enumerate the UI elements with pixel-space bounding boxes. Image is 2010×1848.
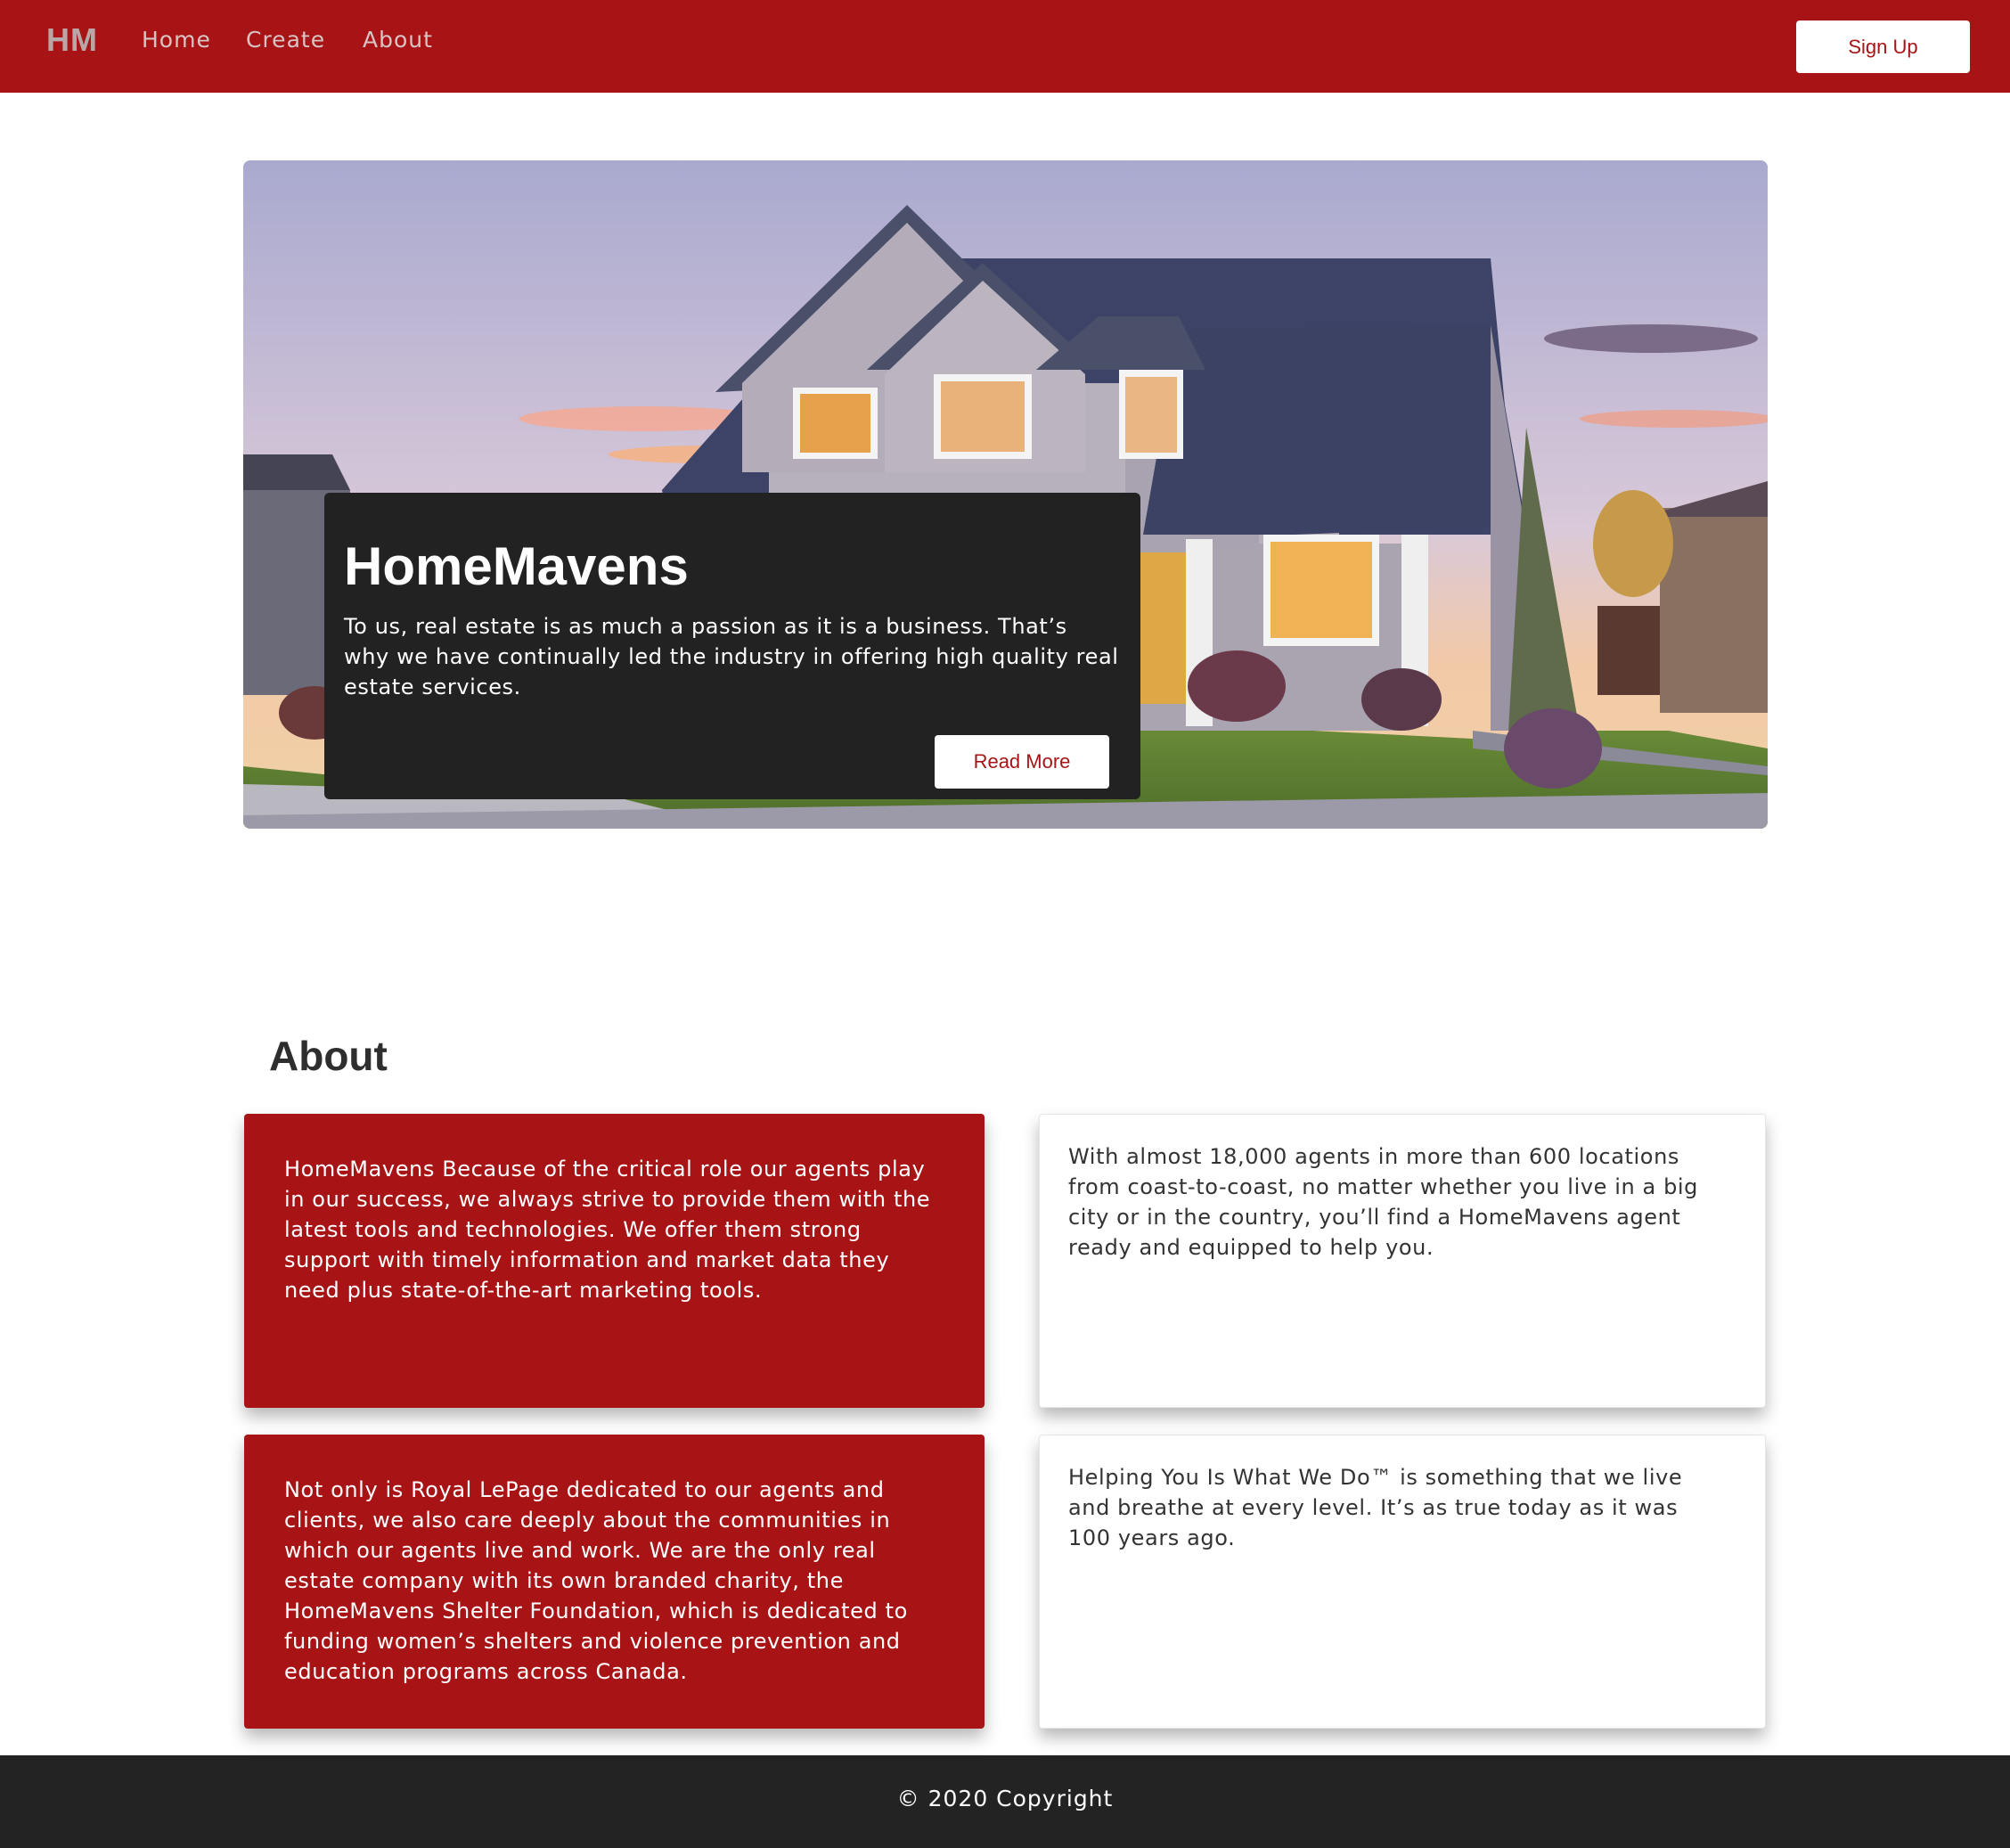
- about-card-locations: With almost 18,000 agents in more than 6…: [1039, 1114, 1766, 1408]
- hero-description: To us, real estate is as much a passion …: [344, 614, 1119, 699]
- navbar: HM Home Create About Sign Up: [0, 0, 2010, 93]
- about-heading: About: [269, 1033, 388, 1079]
- about-card-text: Helping You Is What We Do™ is something …: [1068, 1465, 1683, 1550]
- hero-title: HomeMavens: [344, 536, 689, 596]
- about-card-motto: Helping You Is What We Do™ is something …: [1039, 1435, 1766, 1729]
- about-card-community: Not only is Royal LePage dedicated to ou…: [244, 1435, 985, 1729]
- hero-banner: HomeMavens To us, real estate is as much…: [243, 160, 1768, 829]
- nav-link-create[interactable]: Create: [246, 27, 325, 53]
- about-card-agents-support: HomeMavens Because of the critical role …: [244, 1114, 985, 1408]
- copyright-text: © 2020 Copyright: [896, 1786, 1114, 1811]
- read-more-button[interactable]: Read More: [935, 735, 1109, 789]
- footer: © 2020 Copyright: [0, 1755, 2010, 1848]
- hero-card: HomeMavens To us, real estate is as much…: [324, 493, 1140, 799]
- about-card-text: HomeMavens Because of the critical role …: [284, 1157, 931, 1303]
- sign-up-button[interactable]: Sign Up: [1796, 20, 1970, 73]
- brand-logo[interactable]: HM: [46, 21, 98, 59]
- about-card-text: With almost 18,000 agents in more than 6…: [1068, 1144, 1699, 1260]
- nav-link-about[interactable]: About: [363, 27, 433, 53]
- about-card-text: Not only is Royal LePage dedicated to ou…: [284, 1477, 908, 1684]
- nav-link-home[interactable]: Home: [142, 27, 211, 53]
